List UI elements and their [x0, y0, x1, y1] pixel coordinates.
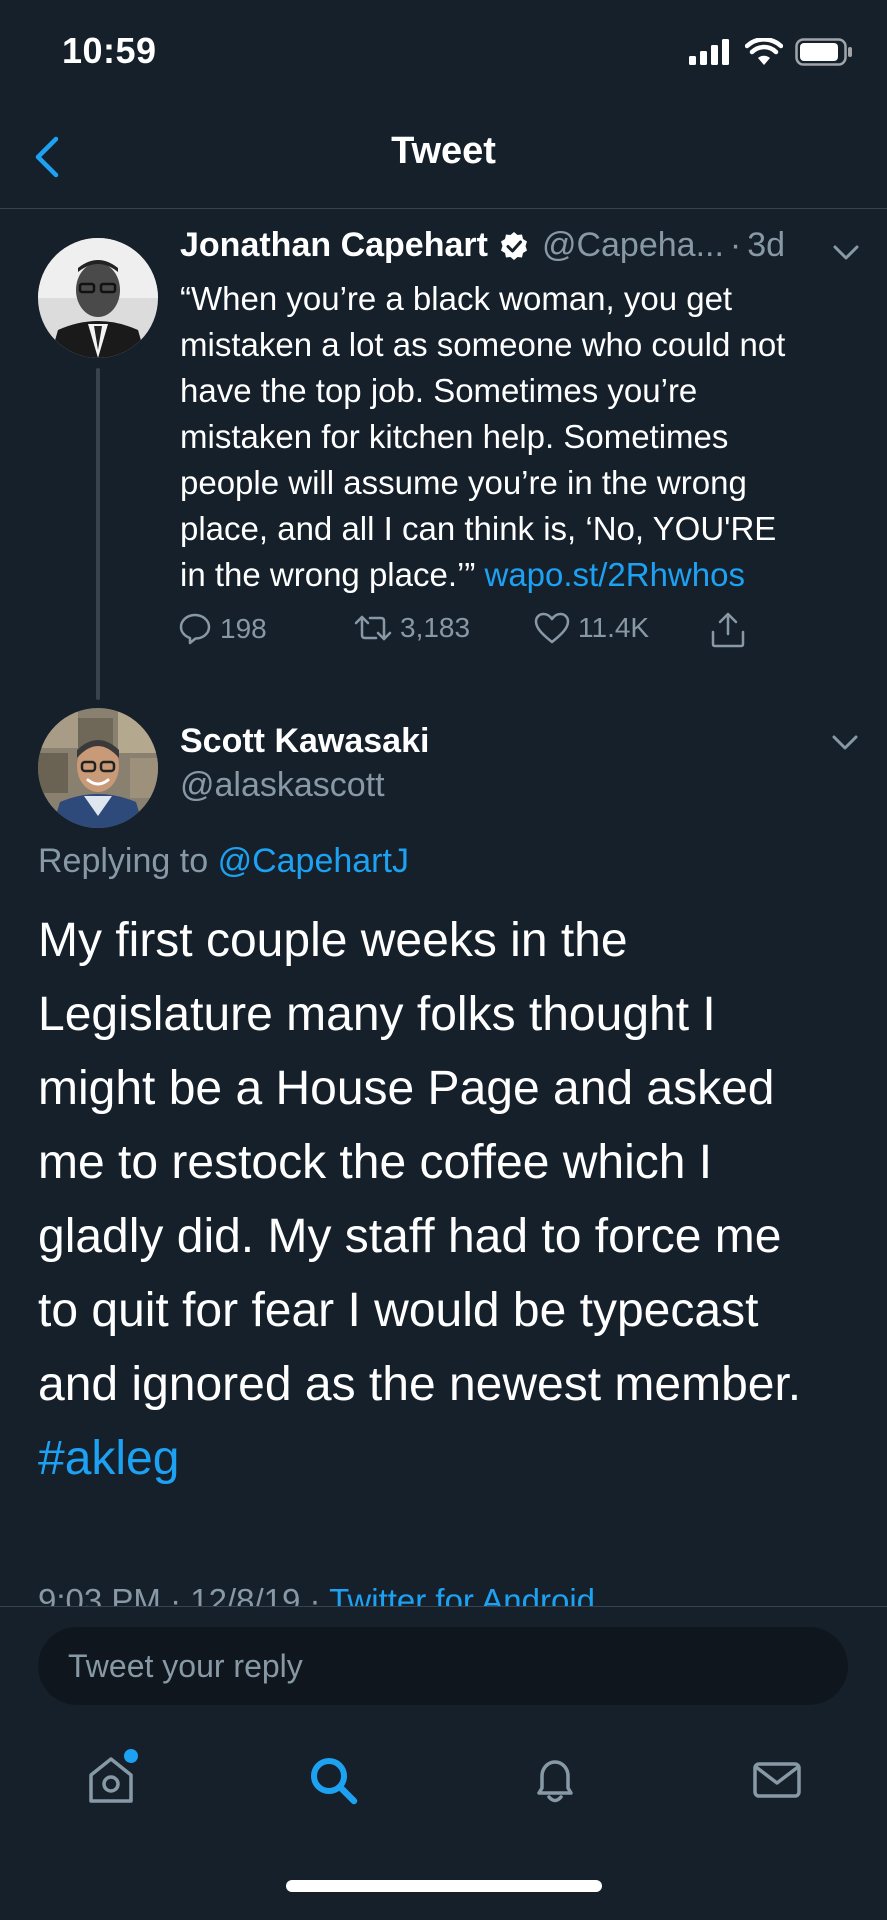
retweet-count: 3,183: [400, 612, 471, 643]
tweet-text-line-last: in the wrong place.’” wapo.st/2Rhwhos: [180, 552, 860, 598]
unread-dot: [124, 1749, 138, 1763]
tweet-text-line: gladly did. My staff had to force me: [38, 1210, 782, 1263]
signal-icon: [689, 39, 729, 65]
tweet-meta: 9:03 PM · 12/8/19 · Twitter for Android: [38, 1582, 595, 1608]
thread-connector: [96, 368, 100, 700]
tweet-text-line: might be a House Page and asked: [38, 1062, 775, 1115]
author-handle[interactable]: @Capeha...: [542, 226, 724, 265]
avatar[interactable]: [38, 708, 158, 828]
home-indicator: [286, 1880, 602, 1892]
retweet-button[interactable]: 3,183: [354, 612, 470, 644]
chevron-down-icon: [832, 735, 858, 750]
nav-bar: Tweet: [0, 100, 887, 209]
parent-tweet-text: “When you’re a black woman, you get mist…: [180, 276, 860, 598]
heart-icon: [534, 612, 570, 644]
tweet-timestamp: 9:03 PM · 12/8/19 ·: [38, 1582, 321, 1608]
tweet-text-line: to quit for fear I would be typecast: [38, 1284, 759, 1337]
page-title: Tweet: [391, 130, 496, 172]
avatar-photo: [38, 708, 158, 828]
battery-icon: [795, 38, 852, 66]
tweet-text-line: mistaken a lot as someone who could not: [180, 326, 786, 363]
tweet-text-line: mistaken for kitchen help. Sometimes: [180, 418, 729, 455]
avatar-photo: [38, 238, 158, 358]
bell-icon: [537, 1760, 573, 1803]
tab-messages[interactable]: [742, 1745, 812, 1815]
tweet-text-line: Legislature many folks thought I: [38, 988, 716, 1041]
tweet-text-line: “When you’re a black woman, you get: [180, 280, 733, 317]
reply-icon: [179, 613, 211, 645]
chevron-down-icon: [833, 245, 859, 260]
bottom-bar: [0, 1606, 887, 1920]
main-tweet-text: My first couple weeks in the Legislature…: [38, 904, 858, 1496]
tweet-age: 3d: [747, 226, 786, 264]
retweet-icon: [354, 615, 392, 641]
author-name[interactable]: Jonathan Capehart: [180, 226, 488, 265]
tweet-text-line: place, and all I can think is, ‘No, YOU'…: [180, 510, 777, 547]
tweet-text-line: My first couple weeks in the: [38, 914, 628, 967]
search-icon: [311, 1758, 358, 1805]
parent-tweet-header: Jonathan Capehart @Capeha... · 3d: [180, 226, 860, 265]
share-button[interactable]: [710, 612, 746, 648]
share-icon: [711, 612, 745, 648]
separator-dot: ·: [729, 226, 742, 264]
tweet-menu-button[interactable]: [831, 734, 859, 757]
tweet-detail-screen: 10:59 Tweet Jonathan Capehart @Capeha...…: [0, 0, 887, 1920]
verified-badge-icon: [498, 230, 530, 262]
reply-count: 198: [220, 613, 267, 644]
replying-label: Replying to: [38, 842, 209, 880]
replying-to: Replying to @CapehartJ: [38, 842, 409, 881]
wifi-icon: [745, 38, 783, 65]
mail-icon: [753, 1762, 801, 1798]
tweet-text-end: in the wrong place.’”: [180, 556, 476, 593]
status-time: 10:59: [62, 30, 157, 71]
tab-search[interactable]: [298, 1745, 368, 1815]
tweet-text-line: and ignored as the newest member.: [38, 1358, 802, 1411]
replying-to-link[interactable]: @CapehartJ: [218, 842, 409, 880]
tweet-menu-button[interactable]: [832, 232, 860, 271]
author-name[interactable]: Scott Kawasaki: [180, 722, 429, 761]
author-handle[interactable]: @alaskascott: [180, 766, 385, 805]
hashtag-link[interactable]: #akleg: [38, 1422, 858, 1496]
reply-button[interactable]: 198: [178, 612, 267, 646]
tweet-actions: 198 3,183 11.4K: [178, 612, 758, 656]
like-count: 11.4K: [578, 612, 650, 643]
status-icons: [689, 38, 853, 66]
tweet-text-line: people will assume you’re in the wrong: [180, 464, 747, 501]
like-button[interactable]: 11.4K: [534, 612, 649, 644]
tweet-text-line: me to restock the coffee which I: [38, 1136, 713, 1189]
tweet-link[interactable]: wapo.st/2Rhwhos: [485, 556, 745, 593]
avatar[interactable]: [38, 238, 158, 358]
tab-home[interactable]: [76, 1745, 146, 1815]
tweet-source-link[interactable]: Twitter for Android: [329, 1582, 595, 1608]
tweet-text-line: have the top job. Sometimes you’re: [180, 372, 698, 409]
reply-input[interactable]: [38, 1627, 848, 1705]
tab-notifications[interactable]: [520, 1745, 590, 1815]
